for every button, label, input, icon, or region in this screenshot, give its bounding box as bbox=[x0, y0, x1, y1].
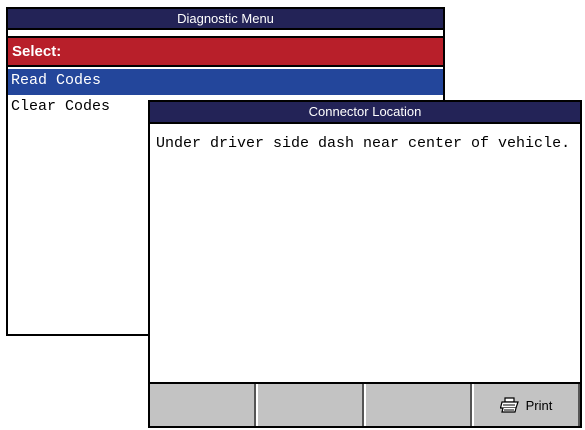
print-button[interactable]: Print bbox=[472, 384, 580, 426]
connector-location-text: Under driver side dash near center of ve… bbox=[156, 135, 571, 152]
select-header: Select: bbox=[8, 36, 443, 67]
function-key-bar: Print bbox=[150, 382, 580, 426]
print-button-label: Print bbox=[525, 397, 553, 413]
printer-icon bbox=[499, 397, 520, 413]
menu-item-read-codes[interactable]: Read Codes bbox=[8, 69, 443, 95]
function-button-1[interactable] bbox=[150, 384, 256, 426]
function-button-2[interactable] bbox=[256, 384, 364, 426]
function-button-3[interactable] bbox=[364, 384, 472, 426]
connector-location-title: Connector Location bbox=[150, 102, 580, 124]
diagnostic-menu-title: Diagnostic Menu bbox=[8, 9, 443, 30]
connector-location-window: Connector Location Under driver side das… bbox=[148, 100, 582, 428]
